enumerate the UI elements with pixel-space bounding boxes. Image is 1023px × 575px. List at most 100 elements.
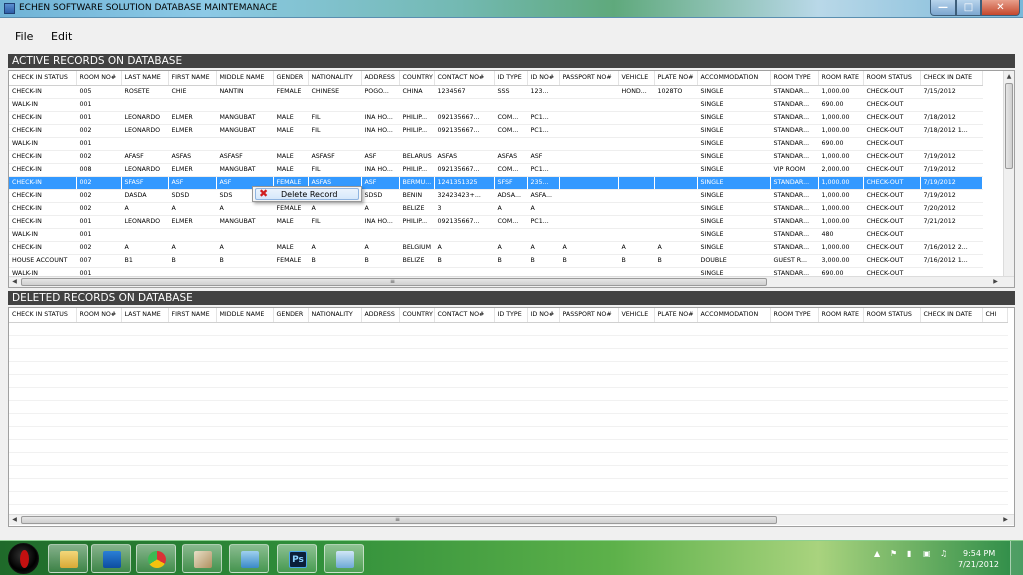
volume-icon[interactable]: ♫ <box>940 549 947 558</box>
column-header[interactable]: ROOM NO# <box>76 308 122 323</box>
table-row[interactable]: WALK-IN 001 SINGLE STANDAR... 690.00 CHECK-OU… <box>9 137 982 151</box>
table-row[interactable]: CHECK-IN 001 LEONARDO ELMER MANGUBAT MALE FIL I… <box>9 111 982 125</box>
table-cell <box>920 478 982 492</box>
table-cell: ROSETE <box>121 85 168 99</box>
deleted-records-grid[interactable]: CHECK IN STATUS ROOM NO# LAST NAME FIRST NA… <box>8 307 1015 527</box>
table-row[interactable]: CHECK-IN 001 LEONARDO ELMER MANGUBAT MALE FIL I… <box>9 215 982 229</box>
table-row[interactable]: CHECK-IN 005 ROSETE CHIE NANTIN FEMALE CHINESE… <box>9 85 982 99</box>
column-header[interactable]: ID NO# <box>527 308 560 323</box>
table-row[interactable]: WALK-IN 001 SINGLE STANDAR... 480 CHECK-OUT <box>9 228 982 242</box>
start-button[interactable] <box>8 543 39 574</box>
active-vertical-scrollbar[interactable]: ▲ <box>1003 71 1014 276</box>
menu-edit[interactable]: Edit <box>51 30 72 43</box>
table-cell <box>361 374 399 388</box>
column-header[interactable]: MIDDLE NAME <box>216 308 274 323</box>
active-records-grid[interactable]: CHECK IN STATUS ROOM NO# LAST NAME FIRST NA… <box>8 70 1015 288</box>
column-header[interactable]: ADDRESS <box>361 308 400 323</box>
clock-time[interactable]: 9:54 PM <box>963 549 995 558</box>
scroll-right-arrow-icon[interactable]: ▶ <box>1000 515 1011 525</box>
column-header[interactable]: MIDDLE NAME <box>216 71 274 86</box>
column-header[interactable]: ROOM STATUS <box>863 71 921 86</box>
tray-expand-icon[interactable]: ▲ <box>874 549 880 558</box>
delete-record-menu-item[interactable]: ✖ Delete Record <box>255 187 359 200</box>
deleted-horizontal-scrollbar[interactable]: ◀ ≡ ▶ <box>9 514 1014 525</box>
column-header[interactable]: VEHICLE <box>618 308 655 323</box>
column-header[interactable]: GENDER <box>273 71 309 86</box>
clock-date[interactable]: 7/21/2012 <box>958 560 999 569</box>
column-header[interactable]: LAST NAME <box>121 71 169 86</box>
column-header[interactable]: CHECK IN STATUS <box>9 71 77 86</box>
column-header[interactable]: ACCOMMODATION <box>697 71 771 86</box>
table-cell: SINGLE <box>697 124 770 138</box>
column-header[interactable]: PLATE NO# <box>654 308 698 323</box>
column-header[interactable]: GENDER <box>273 308 309 323</box>
table-row[interactable]: CHECK-IN 002 DASDA SDSD SDS SDSD BENIN 32423423… <box>9 189 982 203</box>
taskbar-database-app[interactable] <box>324 544 364 573</box>
maximize-button[interactable]: □ <box>956 0 981 16</box>
taskbar-notepad[interactable] <box>229 544 269 573</box>
column-header[interactable]: COUNTRY <box>399 308 435 323</box>
network-icon[interactable]: ▣ <box>923 549 931 558</box>
table-cell <box>527 400 559 414</box>
column-header[interactable]: CHECK IN DATE <box>920 308 983 323</box>
table-cell: B <box>559 254 618 268</box>
column-header[interactable]: ROOM NO# <box>76 71 122 86</box>
taskbar-paint[interactable] <box>182 544 222 573</box>
table-row[interactable]: CHECK-IN 008 LEONARDO ELMER MANGUBAT MALE FIL I… <box>9 163 982 177</box>
column-header[interactable]: CHECK IN STATUS <box>9 308 77 323</box>
column-header[interactable]: ADDRESS <box>361 71 400 86</box>
scroll-up-arrow-icon[interactable]: ▲ <box>1004 71 1014 82</box>
table-row[interactable]: CHECK-IN 002 LEONARDO ELMER MANGUBAT MALE FIL I… <box>9 124 982 138</box>
column-header[interactable]: ROOM STATUS <box>863 308 921 323</box>
column-header[interactable]: LAST NAME <box>121 308 169 323</box>
table-row[interactable]: CHECK-IN 002 A A A MALE A A BELGIUM A A A A A A SINGLE S… <box>9 241 982 255</box>
column-header[interactable]: COUNTRY <box>399 71 435 86</box>
show-desktop-button[interactable] <box>1010 541 1023 575</box>
column-header[interactable]: PASSPORT NO# <box>559 308 619 323</box>
column-header[interactable]: NATIONALITY <box>308 71 362 86</box>
column-header[interactable]: CHECK IN DATE <box>920 71 983 86</box>
column-header[interactable]: FIRST NAME <box>168 308 217 323</box>
power-icon[interactable]: ▮ <box>907 549 911 558</box>
table-cell <box>559 465 618 479</box>
scroll-left-arrow-icon[interactable]: ◀ <box>9 277 20 287</box>
table-cell <box>434 452 494 466</box>
column-header[interactable]: ID TYPE <box>494 71 528 86</box>
column-header[interactable]: PLATE NO# <box>654 71 698 86</box>
column-header[interactable]: VEHICLE <box>618 71 655 86</box>
column-header[interactable]: PASSPORT NO# <box>559 71 619 86</box>
table-row[interactable]: WALK-IN 001 SINGLE STANDAR... 690.00 CHECK-OU… <box>9 98 982 112</box>
taskbar-chrome[interactable] <box>136 544 176 573</box>
column-header[interactable]: CONTACT NO# <box>434 308 495 323</box>
column-header[interactable]: CHI <box>982 308 1008 323</box>
action-center-icon[interactable]: ⚑ <box>890 549 897 558</box>
column-header[interactable]: CONTACT NO# <box>434 71 495 86</box>
table-row[interactable]: CHECK-IN 002 AFASF ASFAS ASFASF MALE ASFASF ASF… <box>9 150 982 164</box>
taskbar-explorer[interactable] <box>48 544 88 573</box>
column-header[interactable]: ROOM TYPE <box>770 71 819 86</box>
table-cell <box>76 491 121 505</box>
table-row[interactable]: CHECK-IN 002 SFASF ASF ASF FEMALE ASFAS ASF BERM… <box>9 176 982 190</box>
column-header[interactable]: FIRST NAME <box>168 71 217 86</box>
taskbar-media-player[interactable] <box>91 544 131 573</box>
table-cell <box>168 465 216 479</box>
scroll-left-arrow-icon[interactable]: ◀ <box>9 515 20 525</box>
table-cell <box>273 426 308 440</box>
menu-file[interactable]: File <box>15 30 33 43</box>
minimize-button[interactable]: — <box>930 0 956 16</box>
column-header[interactable]: ID NO# <box>527 71 560 86</box>
column-header[interactable]: ACCOMMODATION <box>697 308 771 323</box>
active-vscroll-thumb[interactable] <box>1005 83 1013 169</box>
taskbar-photoshop[interactable]: Ps <box>277 544 317 573</box>
column-header[interactable]: ID TYPE <box>494 308 528 323</box>
close-button[interactable]: ✕ <box>981 0 1020 16</box>
table-row[interactable]: CHECK-IN 002 A A A FEMALE A A BELIZE 3 A A SINGLE STA… <box>9 202 982 216</box>
table-row[interactable]: HOUSE ACCOUNT 007 B1 B B FEMALE B B BELIZE B B B B B B… <box>9 254 982 268</box>
column-header[interactable]: ROOM RATE <box>818 71 864 86</box>
column-header[interactable]: ROOM TYPE <box>770 308 819 323</box>
table-cell: MALE <box>273 215 308 229</box>
active-horizontal-scrollbar[interactable]: ◀ ≡ ▶ <box>9 276 1014 287</box>
scroll-right-arrow-icon[interactable]: ▶ <box>990 277 1001 287</box>
column-header[interactable]: ROOM RATE <box>818 308 864 323</box>
column-header[interactable]: NATIONALITY <box>308 308 362 323</box>
